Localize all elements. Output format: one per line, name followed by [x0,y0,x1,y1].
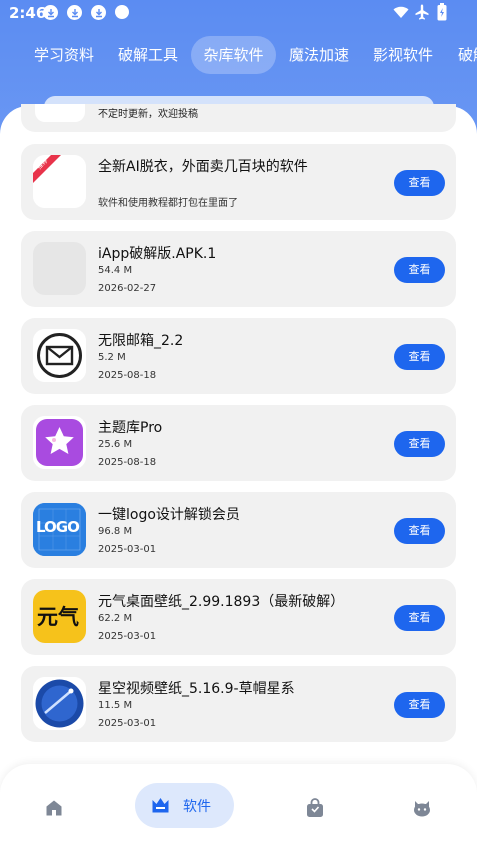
battery-icon [437,3,447,21]
app-date: 2025-08-18 [98,370,157,381]
bottom-navigation: 软件 [0,764,477,848]
download-icon [91,5,106,20]
view-button[interactable]: 查看 [394,431,445,457]
app-date: 2025-08-18 [98,457,157,468]
download-icon [43,5,58,20]
ai-app-icon: 推荐 [33,155,86,208]
app-date: 2026-02-27 [98,283,157,294]
nav-shop[interactable] [301,786,329,830]
software-crown-icon [152,798,169,813]
app-title: 星空视频壁纸_5.16.9-草帽星系 [98,681,295,697]
tab-vpn-acceleration[interactable]: 魔法加速 [276,36,362,74]
list-item[interactable]: LOGO 一键logo设计解锁会员 96.8 M 2025-03-01 查看 [21,492,456,568]
starry-sky-icon [33,677,86,730]
notification-dot-icon [115,5,129,19]
app-size: 96.8 M [98,526,133,537]
tab-crack-partial[interactable]: 破解 [446,36,477,74]
app-title: 一键logo设计解锁会员 [98,507,240,523]
app-size: 62.2 M [98,613,133,624]
app-size: 25.6 M [98,439,133,450]
theme-star-icon [33,416,86,469]
app-date: 2025-03-01 [98,631,157,642]
view-button[interactable]: 查看 [394,170,445,196]
placeholder-icon [33,242,86,295]
yuanqi-icon: 元气 [33,590,86,643]
view-button[interactable]: 查看 [394,518,445,544]
airplane-icon [415,4,429,20]
download-icon [67,5,82,20]
logo-icon-text: LOGO [36,518,80,536]
list-item[interactable]: 主题库Pro 25.6 M 2025-08-18 查看 [21,405,456,481]
app-title: 元气桌面壁纸_2.99.1893（最新破解） [98,594,345,610]
app-size: 11.5 M [98,700,133,711]
list-item[interactable]: 推荐 全新AI脱衣，外面卖几百块的软件 软件和使用教程都打包在里面了 查看 [21,144,456,220]
tab-misc-software[interactable]: 杂库软件 [191,36,276,74]
tab-video-software[interactable]: 影视软件 [360,36,446,74]
nav-profile[interactable] [408,786,436,830]
app-description: 不定时更新，欢迎投稿 [98,109,198,120]
view-button[interactable]: 查看 [394,692,445,718]
tab-crack-tools[interactable]: 破解工具 [105,36,191,74]
logo-design-icon: LOGO [33,503,86,556]
app-date: 2025-03-01 [98,718,157,729]
list-item[interactable]: 星空视频壁纸_5.16.9-草帽星系 11.5 M 2025-03-01 查看 [21,666,456,742]
list-item[interactable]: 元气 元气桌面壁纸_2.99.1893（最新破解） 62.2 M 2025-03… [21,579,456,655]
app-icon [35,104,85,122]
list-item[interactable]: 不定时更新，欢迎投稿 [21,104,456,132]
nav-software-label: 软件 [183,799,211,815]
status-bar: 2:46 [0,0,477,26]
app-date: 2025-03-01 [98,544,157,555]
shop-bag-icon [307,798,323,817]
app-size: 54.4 M [98,265,133,276]
yuanqi-icon-text: 元气 [37,605,79,629]
list-item[interactable]: 无限邮箱_2.2 5.2 M 2025-08-18 查看 [21,318,456,394]
app-description: 软件和使用教程都打包在里面了 [98,198,238,209]
profile-face-icon [414,801,430,817]
app-title: 全新AI脱衣，外面卖几百块的软件 [98,159,308,175]
view-button[interactable]: 查看 [394,344,445,370]
view-button[interactable]: 查看 [394,257,445,283]
wifi-icon [393,6,409,18]
list-item[interactable]: iApp破解版.APK.1 54.4 M 2026-02-27 查看 [21,231,456,307]
mail-icon [33,329,86,382]
view-button[interactable]: 查看 [394,605,445,631]
app-title: 无限邮箱_2.2 [98,333,184,349]
status-time: 2:46 [9,4,47,22]
home-icon [46,800,62,816]
app-title: 主题库Pro [98,420,163,436]
app-title: iApp破解版.APK.1 [98,246,217,262]
app-size: 5.2 M [98,352,126,363]
tab-study-materials[interactable]: 学习资料 [21,36,107,74]
nav-home[interactable] [40,786,68,830]
category-tabs: 学习资料 破解工具 杂库软件 魔法加速 影视软件 破解 [0,36,477,74]
